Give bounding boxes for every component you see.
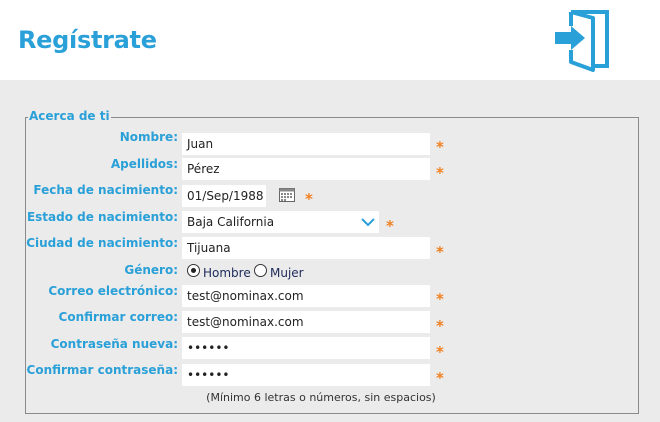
required-mark: * xyxy=(386,217,394,235)
ciudad-label: Ciudad de nacimiento: xyxy=(26,236,178,250)
required-mark: * xyxy=(305,190,313,208)
radio-hombre[interactable] xyxy=(187,264,200,277)
apellidos-input[interactable]: Pérez xyxy=(182,158,430,180)
contrasena-input[interactable]: •••••• xyxy=(182,337,430,359)
nombre-input[interactable]: Juan xyxy=(182,133,430,155)
correo-input[interactable]: test@nominax.com xyxy=(182,285,430,307)
required-mark: * xyxy=(436,164,444,182)
required-mark: * xyxy=(436,138,444,156)
radio-mujer[interactable] xyxy=(254,264,267,277)
fecha-input[interactable]: 01/Sep/1988 xyxy=(182,185,266,207)
confirmar-correo-label: Confirmar correo: xyxy=(58,310,178,324)
required-mark: * xyxy=(436,243,444,261)
required-mark: * xyxy=(436,369,444,387)
contrasena-label: Contraseña nueva: xyxy=(50,337,178,351)
header-bar: Regístrate xyxy=(0,0,660,80)
page-title: Regístrate xyxy=(18,26,157,54)
nombre-label: Nombre: xyxy=(119,130,178,144)
estado-select[interactable]: Baja California xyxy=(182,211,379,233)
calendar-icon[interactable] xyxy=(279,188,295,202)
section-legend: Acerca de ti xyxy=(28,109,111,123)
estado-label: Estado de nacimiento: xyxy=(26,210,178,224)
apellidos-label: Apellidos: xyxy=(110,157,178,171)
confirmar-correo-input[interactable]: test@nominax.com xyxy=(182,311,430,333)
required-mark: * xyxy=(436,317,444,335)
correo-label: Correo electrónico: xyxy=(48,284,178,298)
required-mark: * xyxy=(436,290,444,308)
required-mark: * xyxy=(436,343,444,361)
radio-hombre-label[interactable]: Hombre xyxy=(203,266,251,280)
chevron-down-icon[interactable] xyxy=(361,217,375,227)
login-door-icon[interactable] xyxy=(553,4,613,72)
confirmar-contrasena-input[interactable]: •••••• xyxy=(182,364,430,386)
password-hint: (Mínimo 6 letras o números, sin espacios… xyxy=(206,391,436,404)
ciudad-input[interactable]: Tijuana xyxy=(182,237,430,259)
radio-mujer-label[interactable]: Mujer xyxy=(270,266,304,280)
confirmar-contrasena-label: Confirmar contraseña: xyxy=(26,363,178,377)
fecha-label: Fecha de nacimiento: xyxy=(33,183,178,197)
genero-label: Género: xyxy=(124,263,178,277)
